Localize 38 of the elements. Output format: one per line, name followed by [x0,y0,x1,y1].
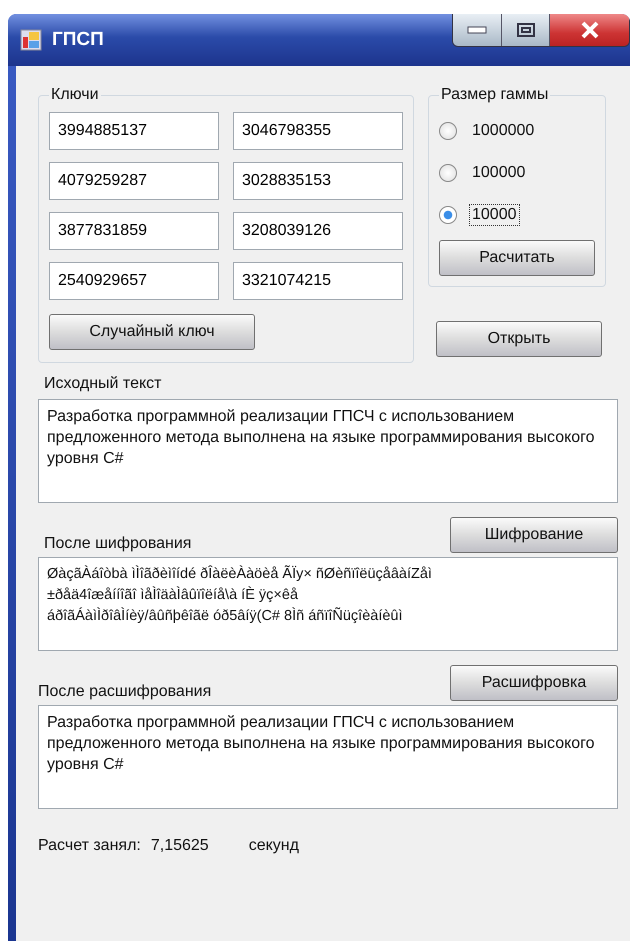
encrypt-button[interactable]: Шифрование [450,517,618,553]
radio-button[interactable] [439,122,457,140]
status-label: Расчет занял: [38,837,141,855]
key-field[interactable]: 3877831859 [49,212,219,250]
close-button[interactable] [549,14,629,46]
text-area[interactable]: ØàçãÀáîòbà ìÌîãðèìîídé ðÎàëèÀàöèå ÃÏy× ñØèñïîëüçåâàíZåì ±ðåä4îæåííîãî ìåÌîäàÌâûïîëíå\à íÈ ÿç×êå áðîãÁàìÌðîâÌíèÿ/âûñþêîãë óð5âíÿ(C# 8Ìñ áñïîÑüçîèàíèûì [38,557,618,651]
radio-button[interactable] [439,206,457,224]
calculate-button[interactable]: Расчитать [439,240,595,276]
window-title: ГПСП [52,29,104,51]
minimize-button[interactable] [453,14,501,46]
text-area[interactable]: Разработка программной реализации ГПСЧ с использованием предложенного метода выполнена на языке программирования высокого уровня C# [38,705,618,809]
key-field[interactable]: 4079259287 [49,162,219,200]
status-unit: секунд [248,837,299,855]
group-title: Размер гаммы [440,86,550,104]
minimize-icon [467,26,487,34]
close-icon [580,21,600,39]
app-icon [20,29,42,51]
open-button[interactable]: Открыть [436,321,602,357]
radio-label: 100000 [471,163,526,183]
field-label: После расшифрования [38,683,212,701]
key-field[interactable]: 3994885137 [49,112,219,150]
field-label: Исходный текст [44,375,162,393]
decrypt-button[interactable]: Расшифровка [450,665,618,701]
maximize-button[interactable] [501,14,549,46]
text-area[interactable]: Разработка программной реализации ГПСЧ с использованием предложенного метода выполнена на языке программирования высокого уровня C# [38,399,618,503]
radio-label: 10000 [469,204,520,226]
status-value: 7,15625 [150,837,209,855]
radio-label: 1000000 [471,121,536,141]
maximize-icon [516,22,536,38]
key-field[interactable]: 2540929657 [49,262,219,300]
key-field[interactable]: 3208039126 [233,212,403,250]
key-field[interactable]: 3028835153 [233,162,403,200]
key-field[interactable]: 3321074215 [233,262,403,300]
random-key-button[interactable]: Случайный ключ [49,314,255,350]
group-title: Ключи [50,86,100,104]
field-label: После шифрования [44,535,192,553]
key-field[interactable]: 3046798355 [233,112,403,150]
radio-button[interactable] [439,164,457,182]
